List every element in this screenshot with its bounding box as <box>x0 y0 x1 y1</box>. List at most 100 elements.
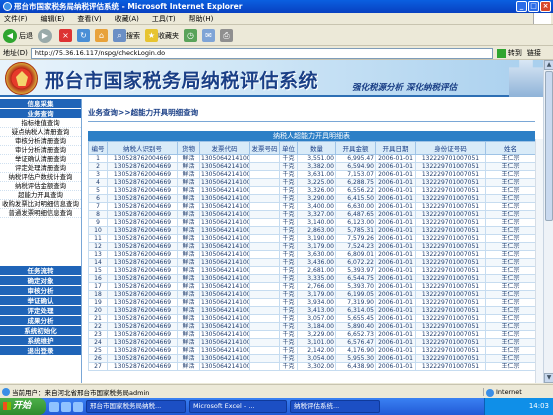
table-row[interactable]: 5130528762004669鲜活1305064214100977321 千克3… <box>88 186 536 195</box>
sidebar-item-init[interactable]: 系统初始化 <box>0 326 81 336</box>
quick-launch-media-icon[interactable] <box>73 401 83 412</box>
menu-tools[interactable]: 工具(T) <box>152 14 176 24</box>
table-row[interactable]: 11130528762004669鲜活1305064214100982875 千克… <box>88 234 536 243</box>
col-header-goods[interactable]: 货物 <box>177 141 200 155</box>
go-button[interactable]: 转到 <box>496 48 522 58</box>
menu-file[interactable]: 文件(F) <box>4 14 28 24</box>
sidebar-item-over-capacity[interactable]: 超能力开具查询 <box>0 191 81 200</box>
menu-view[interactable]: 查看(V) <box>77 14 101 24</box>
close-button[interactable]: × <box>540 1 551 12</box>
sidebar-item-analysis[interactable]: 审核分析 <box>0 286 81 296</box>
table-row[interactable]: 26130528762004669鲜活1305064214100977566 千克… <box>88 354 536 363</box>
forward-button[interactable]: ▶ <box>38 28 54 43</box>
main-panel: 业务查询>>超能力开具明细查询 纳税人超能力开具明细表 编号 纳税人识别号 货物… <box>83 99 543 383</box>
col-header-taxpayer-id[interactable]: 纳税人识别号 <box>107 141 178 155</box>
table-row[interactable]: 20130528762004669鲜活1305064214100983273 千克… <box>88 306 536 315</box>
table-row[interactable]: 17130528762004669鲜活1305064214100982274 千克… <box>88 282 536 291</box>
table-row[interactable]: 25130528762004669鲜活1305064214100982044 千克… <box>88 346 536 355</box>
menu-favorites[interactable]: 收藏(A) <box>115 14 139 24</box>
sidebar-item-task-flow[interactable]: 任务流转 <box>0 266 81 276</box>
search-button[interactable]: ⌕ 搜索 <box>113 29 140 42</box>
table-row[interactable]: 8130528762004669鲜活1305064214100932019 千克3… <box>88 210 536 219</box>
cell-unit: 千克 <box>279 298 298 307</box>
taskbar-item-system[interactable]: 纳税评估系统... <box>290 400 380 413</box>
sidebar-item-evidence[interactable]: 举证确认 <box>0 296 81 306</box>
sidebar-item-target[interactable]: 确定对象 <box>0 276 81 286</box>
table-row[interactable]: 23130528762004669鲜活1305064214100982874 千克… <box>88 330 536 339</box>
table-row[interactable]: 19130528762004669鲜活1305064214100983160 千克… <box>88 298 536 307</box>
scroll-thumb[interactable] <box>545 71 553 221</box>
cell-amount: 7,153.07 <box>335 170 376 179</box>
table-row[interactable]: 10130528762004669鲜活1305064214100932729 千克… <box>88 226 536 235</box>
table-row[interactable]: 2130528762004669鲜活1305064214100728623 千克3… <box>88 162 536 171</box>
col-header-date[interactable]: 开具日期 <box>375 141 416 155</box>
table-row[interactable]: 22130528762004669鲜活1305064214100982854 千克… <box>88 322 536 331</box>
table-row[interactable]: 16130528762004669鲜活1305064214100982284 千克… <box>88 274 536 283</box>
sidebar-item-indicator-query[interactable]: 指标维值查询 <box>0 119 81 128</box>
sidebar-item-purchase-invoice[interactable]: 收购发票比对明细信息查询 <box>0 200 81 209</box>
table-row[interactable]: 21130528762004669鲜活1305064214100983004 千克… <box>88 314 536 323</box>
col-header-quantity[interactable]: 数量 <box>297 141 336 155</box>
sidebar-header-collect[interactable]: 信息采集 <box>0 99 81 109</box>
sidebar-item-amount-query[interactable]: 纳税评估金额查询 <box>0 182 81 191</box>
sidebar-item-evidence-list[interactable]: 举证确认清册查询 <box>0 155 81 164</box>
sidebar-item-review-list[interactable]: 审核分析清册查询 <box>0 137 81 146</box>
table-row[interactable]: 12130528762004669鲜活1305064214100982501 千克… <box>88 242 536 251</box>
table-row[interactable]: 1130528762004669鲜活1305064214100728622 千克3… <box>88 154 536 163</box>
table-row[interactable]: 9130528762004669鲜活1305064214100932089 千克3… <box>88 218 536 227</box>
sidebar-item-business-query[interactable]: 业务查询 <box>0 109 81 119</box>
address-input[interactable]: http://75.36.16.117/nspg/checkLogin.do <box>30 47 493 59</box>
table-row[interactable]: 4130528762004669鲜活1305064214100977054 千克3… <box>88 178 536 187</box>
refresh-button[interactable]: ↻ <box>77 29 90 42</box>
taskbar-item-excel[interactable]: Microsoft Excel - ... <box>189 400 287 413</box>
quick-launch-ie-icon[interactable] <box>49 401 59 412</box>
col-header-name[interactable]: 姓名 <box>485 141 536 155</box>
table-row[interactable]: 13130528762004669鲜活1305064214100982528 千克… <box>88 250 536 259</box>
favorites-button[interactable]: ★ 收藏夹 <box>145 29 179 42</box>
table-scrollbar[interactable] <box>535 139 543 383</box>
col-header-amount[interactable]: 开具金额 <box>335 141 376 155</box>
col-header-invoice-code[interactable]: 发票代码 <box>199 141 250 155</box>
sidebar-item-audit-list[interactable]: 审计分析清册查询 <box>0 146 81 155</box>
table-row[interactable]: 15130528762004669鲜活1305064214100982348 千克… <box>88 266 536 275</box>
cell-quantity: 3,436.00 <box>297 258 336 267</box>
mail-button[interactable]: ✉ <box>202 29 215 42</box>
maximize-button[interactable]: □ <box>528 1 539 12</box>
table-row[interactable]: 14130528762004669鲜活1305064214100982452 千克… <box>88 258 536 267</box>
menu-edit[interactable]: 编辑(E) <box>41 14 65 24</box>
scroll-down-icon[interactable]: ▼ <box>544 373 553 383</box>
table-row[interactable]: 7130528762004669鲜活1305064214100977553 千克3… <box>88 202 536 211</box>
cell-taxpayer-id: 130528762004669 <box>107 170 178 179</box>
col-header-id-card[interactable]: 身份证号码 <box>415 141 486 155</box>
taskbar-item-ie[interactable]: 邢台市国家税务局纳税... <box>86 400 186 413</box>
start-button[interactable]: 开始 <box>0 398 46 415</box>
sidebar-item-decision[interactable]: 评定处理 <box>0 306 81 316</box>
col-header-no[interactable]: 编号 <box>88 141 108 155</box>
sidebar-item-maintenance[interactable]: 系统维护 <box>0 336 81 346</box>
scroll-up-icon[interactable]: ▲ <box>544 60 553 70</box>
table-row[interactable]: 24130528762004669鲜活1305064214100982973 千克… <box>88 338 536 347</box>
sidebar-item-suspect-list[interactable]: 疑点纳税人清册查询 <box>0 128 81 137</box>
sidebar-item-decision-list[interactable]: 评定处理清册查询 <box>0 164 81 173</box>
col-header-invoice-number[interactable]: 发票号码 <box>249 141 280 155</box>
minimize-button[interactable]: _ <box>516 1 527 12</box>
col-header-unit[interactable]: 单位 <box>279 141 298 155</box>
back-button[interactable]: ◀ 后退 <box>3 28 33 43</box>
sidebar-item-results[interactable]: 成果分析 <box>0 316 81 326</box>
table-row[interactable]: 6130528762004669鲜活1305064214100977322 千克3… <box>88 194 536 203</box>
stop-button[interactable]: × <box>59 29 72 42</box>
sidebar-item-logout[interactable]: 退出登录 <box>0 346 81 356</box>
quick-launch-desktop-icon[interactable] <box>61 401 71 412</box>
sidebar-item-household-stats[interactable]: 纳税评估户数统计查询 <box>0 173 81 182</box>
home-button[interactable]: ⌂ <box>95 29 108 42</box>
table-row[interactable]: 18130528762004669鲜活1305064214100982174 千克… <box>88 290 536 299</box>
table-row[interactable]: 27130528762004669鲜活1305064214100977465 千克… <box>88 362 536 371</box>
menu-help[interactable]: 帮助(H) <box>189 14 214 24</box>
links-button[interactable]: 链接 <box>527 48 541 58</box>
cell-unit: 千克 <box>279 354 298 363</box>
table-row[interactable]: 3130528762004669鲜活1305064214100978078 千克3… <box>88 170 536 179</box>
history-button[interactable]: ◷ <box>184 29 197 42</box>
print-button[interactable]: ⎙ <box>220 29 233 42</box>
sidebar-item-normal-invoice[interactable]: 普通发票明细信息查询 <box>0 209 81 218</box>
page-scrollbar[interactable]: ▲ ▼ <box>543 60 553 383</box>
